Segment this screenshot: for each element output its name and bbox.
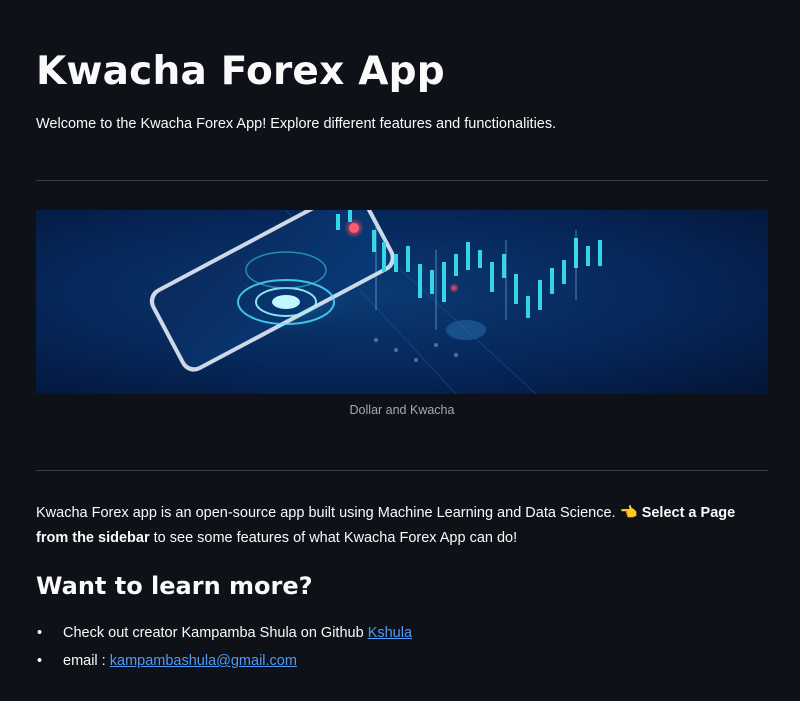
- intro-text: Kwacha Forex app is an open-source app b…: [36, 505, 616, 521]
- learn-more-list: • Check out creator Kampamba Shula on Gi…: [36, 620, 412, 676]
- pointing-left-icon: 👈: [619, 505, 638, 521]
- bullet: •: [37, 653, 43, 669]
- intro-paragraph: Kwacha Forex app is an open-source app b…: [36, 501, 771, 551]
- list-item-github: • Check out creator Kampamba Shula on Gi…: [36, 620, 412, 648]
- learn-more-heading: Want to learn more?: [36, 572, 313, 600]
- github-text: Check out creator Kampamba Shula on Gith…: [63, 625, 364, 641]
- page-title: Kwacha Forex App: [36, 49, 445, 94]
- divider-middle: [36, 470, 768, 471]
- intro-text-after: to see some features of what Kwacha Fore…: [153, 530, 518, 546]
- email-text: email :: [63, 653, 106, 669]
- hero-image: [36, 210, 768, 394]
- github-link[interactable]: Kshula: [368, 625, 412, 641]
- image-caption: Dollar and Kwacha: [349, 403, 455, 417]
- divider-top: [36, 180, 768, 181]
- bullet: •: [37, 625, 43, 641]
- main-content: Kwacha Forex App Welcome to the Kwacha F…: [0, 0, 800, 701]
- welcome-text: Welcome to the Kwacha Forex App! Explore…: [36, 116, 557, 132]
- email-link[interactable]: kampambashula@gmail.com: [110, 653, 297, 669]
- list-item-email: • email : kampambashula@gmail.com: [36, 648, 412, 676]
